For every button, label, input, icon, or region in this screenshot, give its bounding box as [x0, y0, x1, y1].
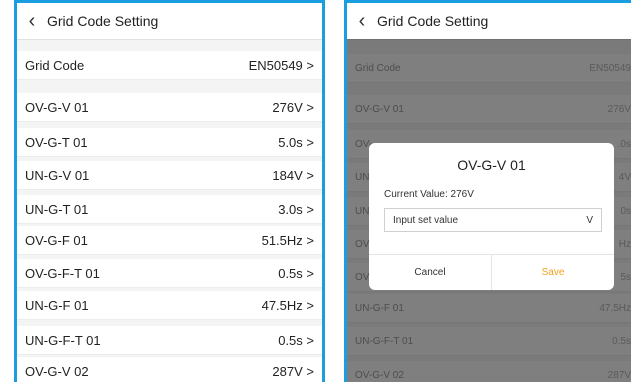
row-label: Grid Code	[25, 57, 85, 73]
row-value: 276V >	[272, 99, 314, 115]
row-label: OV-G-V 02	[25, 363, 89, 379]
setting-row[interactable]: OV-G-F 01 51.5Hz >	[17, 226, 322, 255]
save-button[interactable]: Save	[492, 255, 614, 290]
setting-row[interactable]: UN-G-T 01 3.0s >	[17, 195, 322, 224]
chevron-left-icon[interactable]: ‹	[17, 3, 47, 39]
grid-code-setting-screen: ‹ Grid Code Setting Grid Code EN50549 > …	[14, 0, 325, 382]
grid-code-setting-dialog-screen: ‹ Grid Code Setting Grid Code EN50549 OV…	[344, 0, 631, 382]
row-label: OV-G-V 01	[25, 99, 89, 115]
setting-row[interactable]: UN-G-V 01 184V >	[17, 161, 322, 190]
row-value: 184V >	[272, 167, 314, 183]
set-value-dialog: OV-G-V 01 Current Value: 276V Input set …	[369, 143, 614, 290]
row-value: 3.0s >	[278, 201, 314, 217]
row-value: EN50549 >	[248, 57, 314, 73]
input-placeholder: Input set value	[393, 214, 459, 226]
page-title: Grid Code Setting	[47, 13, 159, 29]
row-value: 51.5Hz >	[261, 232, 314, 248]
row-value: 0.5s >	[278, 332, 314, 348]
setting-row[interactable]: OV-G-T 01 5.0s >	[17, 128, 322, 157]
cancel-button[interactable]: Cancel	[369, 255, 491, 290]
row-label: OV-G-F 01	[25, 232, 88, 248]
header-bar: ‹ Grid Code Setting	[17, 3, 322, 40]
current-value-text: Current Value: 276V	[384, 189, 474, 200]
setting-row[interactable]: OV-G-F-T 01 0.5s >	[17, 259, 322, 288]
page-title: Grid Code Setting	[377, 13, 489, 29]
row-label: UN-G-T 01	[25, 201, 89, 217]
chevron-left-icon[interactable]: ‹	[347, 3, 377, 39]
row-label: UN-G-F 01	[25, 297, 89, 313]
row-value: 0.5s >	[278, 265, 314, 281]
row-label: OV-G-F-T 01	[25, 265, 100, 281]
setting-row[interactable]: OV-G-V 02 287V >	[17, 357, 322, 382]
row-value: 5.0s >	[278, 134, 314, 150]
header-bar: ‹ Grid Code Setting	[347, 3, 631, 40]
dialog-title: OV-G-V 01	[457, 157, 526, 173]
input-unit: V	[586, 214, 593, 226]
setting-row-grid-code[interactable]: Grid Code EN50549 >	[17, 51, 322, 80]
setting-row[interactable]: UN-G-F-T 01 0.5s >	[17, 326, 322, 355]
row-value: 287V >	[272, 363, 314, 379]
value-input[interactable]: Input set value V	[384, 208, 602, 232]
row-label: UN-G-V 01	[25, 167, 90, 183]
row-label: UN-G-F-T 01	[25, 332, 101, 348]
row-value: 47.5Hz >	[261, 297, 314, 313]
setting-row[interactable]: UN-G-F 01 47.5Hz >	[17, 291, 322, 320]
row-label: OV-G-T 01	[25, 134, 88, 150]
setting-row[interactable]: OV-G-V 01 276V >	[17, 93, 322, 122]
